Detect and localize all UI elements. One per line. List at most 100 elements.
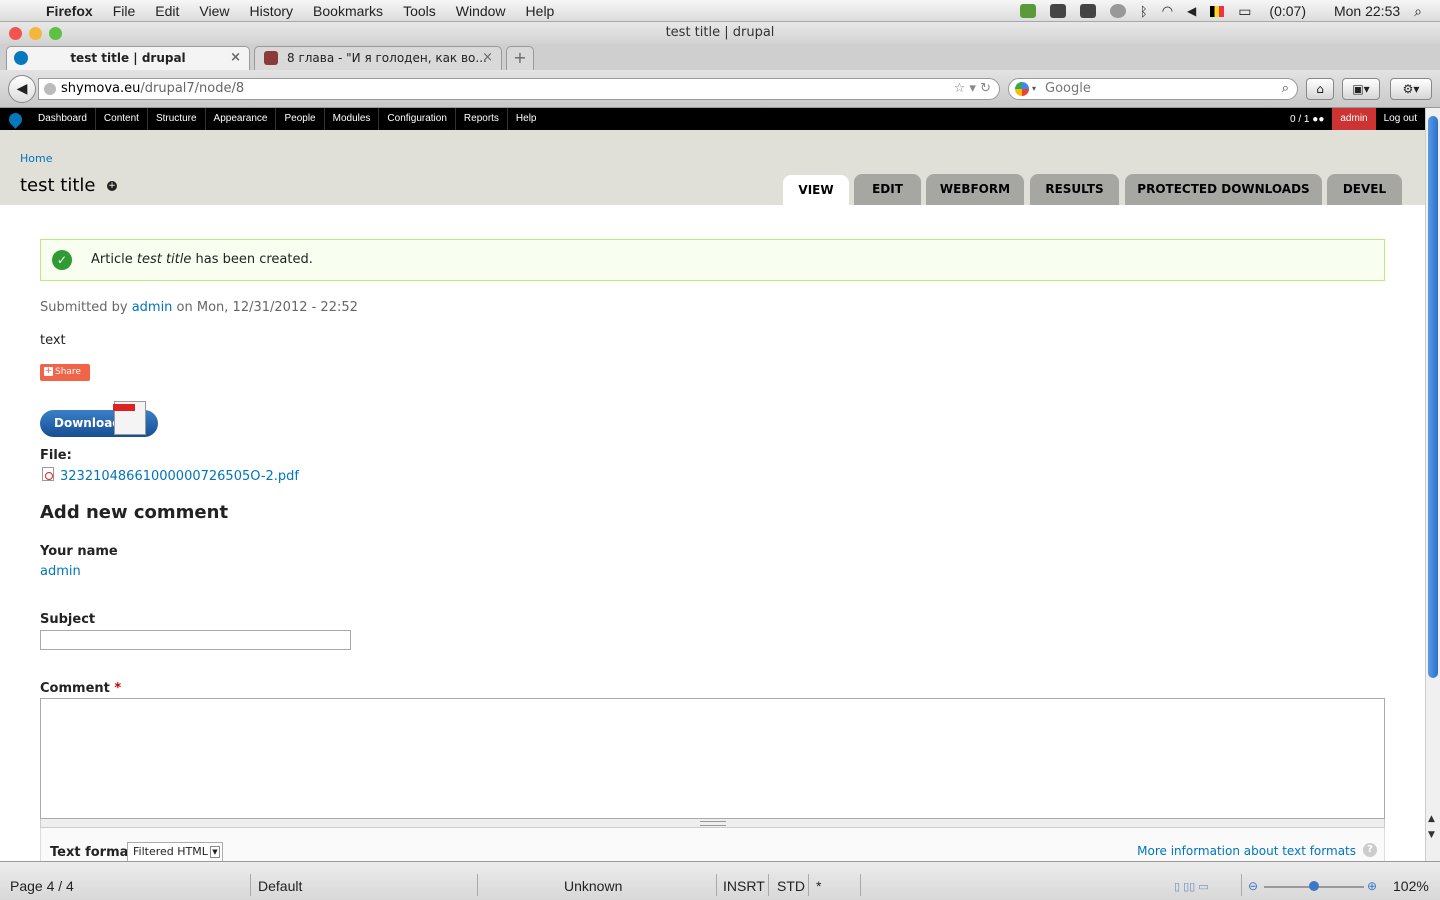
checkmark-tray-icon[interactable]	[1049, 4, 1066, 18]
your-name-value[interactable]: admin	[40, 564, 81, 579]
textarea-resize-grip[interactable]	[40, 819, 1385, 828]
text-format-select[interactable]: Filtered HTML ▼	[127, 842, 223, 862]
toolbar-item-help[interactable]: Help	[506, 108, 545, 130]
search-icon[interactable]: ⌕	[1282, 79, 1289, 99]
close-tab-icon[interactable]: ×	[482, 47, 493, 69]
minimize-window-icon[interactable]	[29, 27, 42, 40]
input-source-flag-icon[interactable]	[1210, 5, 1225, 17]
zoom-out-icon[interactable]: ⊖	[1248, 879, 1258, 893]
menu-tools[interactable]: Tools	[403, 3, 436, 19]
home-button[interactable]: ⌂	[1306, 78, 1334, 100]
clock[interactable]: Mon 22:53	[1334, 3, 1400, 19]
menu-view[interactable]: View	[199, 3, 229, 19]
author-link[interactable]: admin	[132, 300, 173, 315]
menu-edit[interactable]: Edit	[155, 3, 179, 19]
toolbar-item-structure[interactable]: Structure	[146, 108, 205, 130]
menu-window[interactable]: Window	[456, 3, 506, 19]
toolbar-item-appearance[interactable]: Appearance	[204, 108, 276, 130]
required-marker: *	[114, 681, 122, 696]
status-message: ✓ Article test title has been created.	[40, 239, 1385, 281]
breadcrumb-home[interactable]: Home	[20, 152, 52, 165]
scroll-up-icon[interactable]: ▲	[1428, 814, 1435, 824]
menu-file[interactable]: File	[113, 3, 136, 19]
toolbar-user-area: 0 / 1 ●● admin Log out	[1282, 108, 1425, 130]
add-shortcut-icon[interactable]: +	[107, 181, 117, 191]
close-tab-icon[interactable]: ×	[230, 47, 241, 69]
selection-mode[interactable]: STD	[777, 878, 805, 894]
bookmark-star-icon[interactable]: ☆	[954, 81, 966, 96]
new-tab-button[interactable]: +	[506, 46, 534, 70]
share-button[interactable]: Share	[40, 364, 90, 381]
time-machine-icon[interactable]	[1109, 4, 1126, 18]
toolbar-item-dashboard[interactable]: Dashboard	[30, 108, 95, 130]
vertical-scrollbar[interactable]: ▲ ▼	[1425, 108, 1440, 861]
submitted-prefix: Submitted by	[40, 300, 132, 315]
spotlight-icon[interactable]: ⌕	[1414, 3, 1422, 20]
page-header: Home test title + VIEW EDIT WEBFORM RESU…	[0, 130, 1425, 206]
comment-textarea[interactable]	[40, 698, 1385, 819]
google-engine-icon[interactable]	[1015, 82, 1029, 96]
insert-mode[interactable]: INSRT	[723, 878, 765, 894]
menu-help[interactable]: Help	[526, 3, 555, 19]
more-info-link[interactable]: More information about text formats	[1137, 844, 1356, 858]
window-titlebar: test title | drupal	[0, 22, 1440, 44]
help-icon[interactable]: ?	[1363, 843, 1377, 857]
toolbar-item-configuration[interactable]: Configuration	[378, 108, 454, 130]
back-arrow-icon: ◀	[16, 81, 28, 97]
history-dropdown-icon[interactable]: ▾	[969, 81, 976, 96]
zoom-level[interactable]: 102%	[1393, 878, 1429, 894]
zoom-window-icon[interactable]	[49, 27, 62, 40]
search-bar[interactable]: ▾ Google ⌕	[1008, 78, 1298, 100]
site-favicon-icon	[264, 51, 278, 65]
engine-dropdown-icon[interactable]: ▾	[1032, 79, 1036, 99]
tab-results[interactable]: RESULTS	[1030, 174, 1119, 205]
page-title: test title	[20, 175, 96, 196]
tab-protected-downloads[interactable]: PROTECTED DOWNLOADS	[1125, 174, 1322, 205]
your-name-label: Your name	[40, 544, 118, 559]
tab-label: test title | drupal	[70, 51, 186, 65]
status-divider	[477, 874, 478, 896]
download-tray-icon[interactable]	[1019, 4, 1036, 18]
url-bar[interactable]: shymova.eu/drupal7/node/8 ☆ ▾ ↻	[38, 78, 1000, 100]
zoom-slider-knob[interactable]	[1309, 881, 1319, 891]
close-window-icon[interactable]	[9, 27, 22, 40]
toolbar-item-reports[interactable]: Reports	[454, 108, 507, 130]
tab-edit[interactable]: EDIT	[854, 174, 921, 205]
toolbar-item-content[interactable]: Content	[94, 108, 147, 130]
file-link[interactable]: 32321048661000000726505O-2.pdf	[60, 469, 299, 484]
bookmarks-button[interactable]: ▣▾	[1342, 78, 1380, 100]
mac-menubar: Firefox File Edit View History Bookmarks…	[0, 0, 1440, 22]
logout-link[interactable]: Log out	[1376, 108, 1425, 130]
tab-view[interactable]: VIEW	[783, 175, 849, 206]
site-identity-icon[interactable]	[44, 83, 56, 95]
scrollbar-thumb[interactable]	[1428, 116, 1438, 678]
layout-view-icons[interactable]: ▯ ▯▯ ▭	[1174, 880, 1209, 893]
back-button[interactable]: ◀	[8, 75, 36, 103]
wifi-icon[interactable]: ◠	[1162, 3, 1173, 19]
app-menu[interactable]: Firefox	[46, 3, 93, 19]
page-style[interactable]: Default	[258, 878, 302, 894]
reload-icon[interactable]: ↻	[980, 81, 991, 96]
battery-status[interactable]: ▭ (0:07)	[1238, 3, 1320, 20]
tab-inactive[interactable]: 8 глава - "И я голоден, как во... ×	[254, 46, 502, 70]
bluetooth-icon[interactable]: ᛒ	[1140, 4, 1148, 19]
toolbar-home[interactable]	[0, 108, 30, 130]
tab-webform[interactable]: WEBFORM	[926, 174, 1024, 205]
pdf-file-icon	[42, 467, 54, 481]
subject-input[interactable]	[40, 630, 351, 650]
language[interactable]: Unknown	[564, 878, 622, 894]
toolbar-item-people[interactable]: People	[275, 108, 323, 130]
owl-tray-icon[interactable]	[1079, 4, 1096, 18]
tab-devel[interactable]: DEVEL	[1327, 174, 1402, 205]
status-divider	[716, 874, 717, 896]
battery-time: (0:07)	[1269, 2, 1306, 19]
menu-history[interactable]: History	[249, 3, 293, 19]
zoom-in-icon[interactable]: ⊕	[1367, 879, 1377, 893]
toolbar-item-modules[interactable]: Modules	[323, 108, 379, 130]
menu-bookmarks[interactable]: Bookmarks	[313, 3, 383, 19]
toolbar-user-link[interactable]: admin	[1332, 108, 1376, 130]
tools-button[interactable]: ⚙▾	[1390, 78, 1432, 100]
tab-active[interactable]: test title | drupal ×	[6, 46, 250, 70]
scroll-down-icon[interactable]: ▼	[1428, 830, 1435, 840]
volume-icon[interactable]: ◀	[1187, 4, 1196, 18]
